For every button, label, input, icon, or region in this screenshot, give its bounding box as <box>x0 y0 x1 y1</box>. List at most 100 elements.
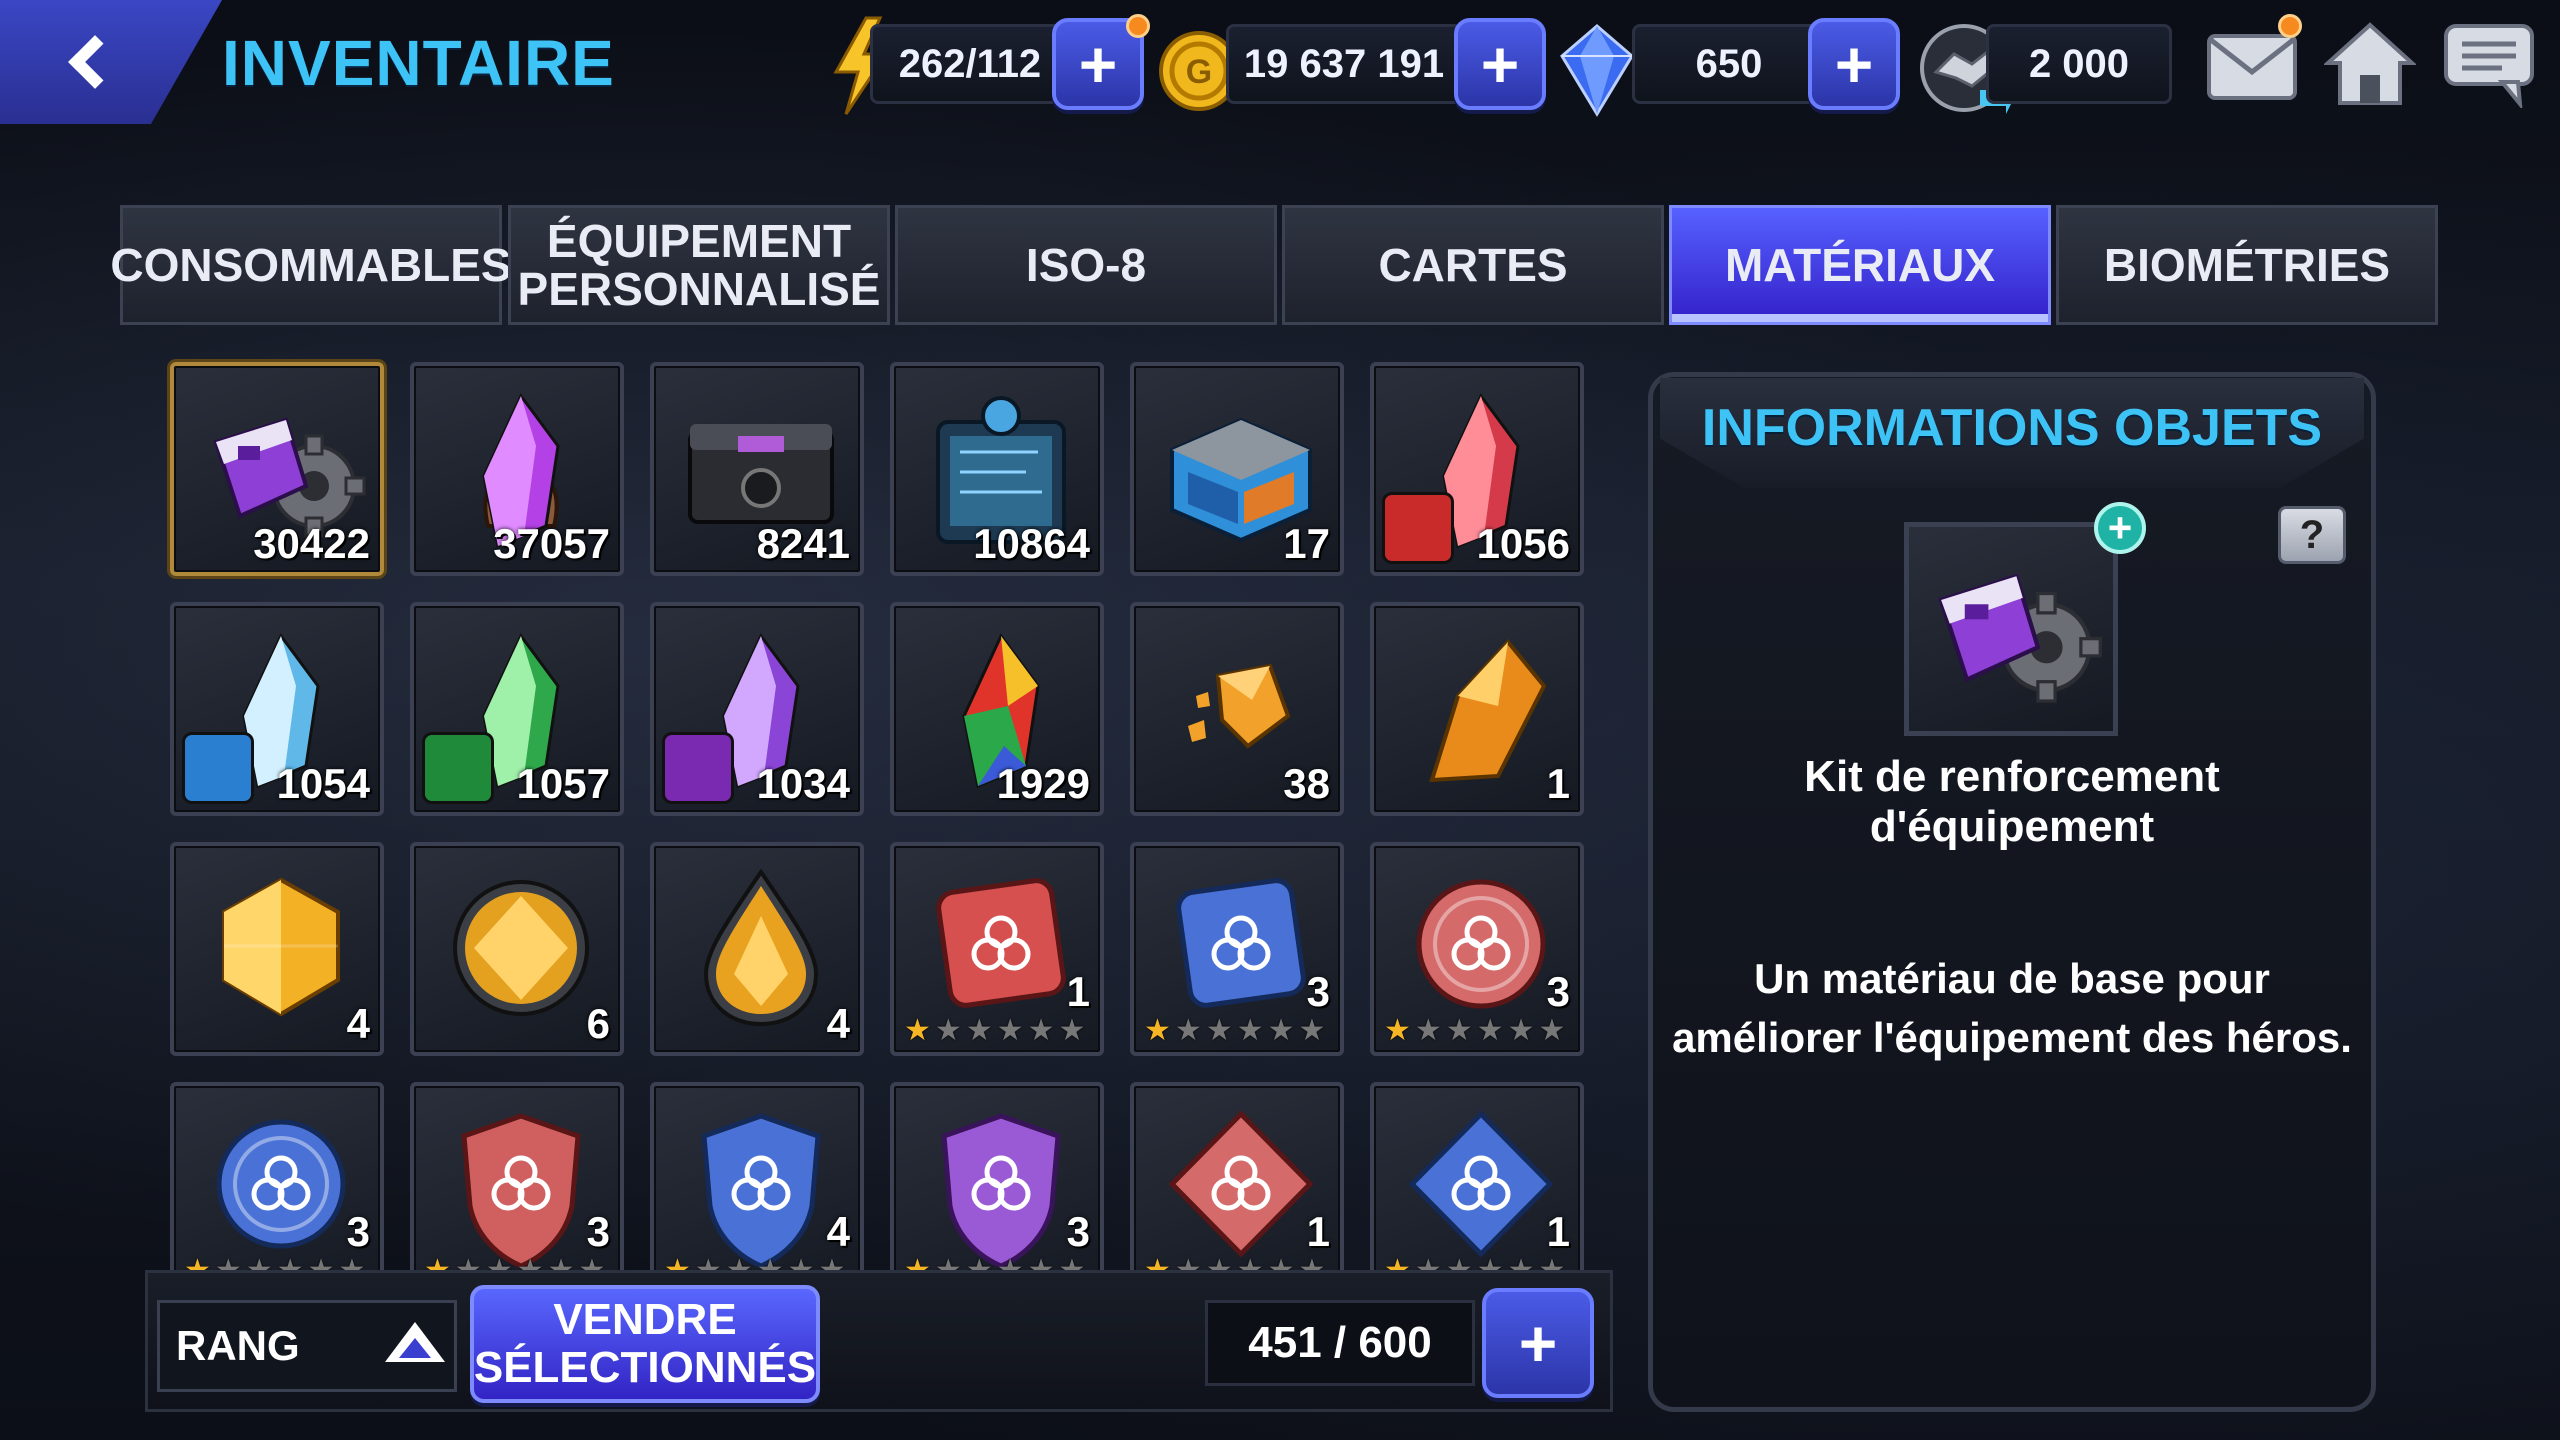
star-rating: ★★★★★★ <box>904 1256 1085 1271</box>
class-badge-icon <box>1382 492 1454 564</box>
selected-item-name: Kit de renforcement d'équipement <box>1804 752 2220 851</box>
back-button[interactable] <box>0 0 222 124</box>
star-icon: ★ <box>996 1014 1024 1047</box>
home-button[interactable] <box>2322 16 2418 112</box>
inventory-slot[interactable]: 1★★★★★★ <box>1370 1082 1584 1270</box>
class-badge-icon <box>662 732 734 804</box>
tab-iso8[interactable]: ISO-8 <box>895 205 1277 325</box>
crystal-counter: 650 <box>1632 24 1826 104</box>
tab-cartes[interactable]: CARTES <box>1282 205 1664 325</box>
inventory-slot[interactable]: 1056 <box>1370 362 1584 576</box>
star-icon: ★ <box>1298 1014 1326 1047</box>
item-quantity: 3 <box>1306 968 1330 1015</box>
plus-icon: + <box>1834 27 1874 101</box>
inventory-slot[interactable]: 17 <box>1130 362 1344 576</box>
star-rating: ★★★★★★ <box>664 1256 845 1271</box>
item-quantity: 37057 <box>493 520 610 567</box>
add-gold-button[interactable]: + <box>1454 18 1546 110</box>
item-quantity: 1034 <box>756 760 850 807</box>
inventory-slot[interactable]: 1 <box>1370 602 1584 816</box>
inventory-slot[interactable]: 3★★★★★★ <box>1130 842 1344 1056</box>
star-icon: ★ <box>1027 1014 1055 1047</box>
sell-selected-button[interactable]: VENDRE SÉLECTIONNÉS <box>470 1285 820 1403</box>
item-quantity: 17 <box>1283 520 1330 567</box>
star-icon: ★ <box>904 1014 931 1047</box>
inventory-slot[interactable]: 38 <box>1130 602 1344 816</box>
star-rating: ★★★★★★ <box>1384 1016 1565 1046</box>
item-quantity: 4 <box>826 1000 850 1047</box>
sort-label: RANG <box>176 1322 300 1369</box>
star-icon: ★ <box>1538 1014 1566 1047</box>
tab-biometries[interactable]: BIOMÉTRIES <box>2056 205 2438 325</box>
item-quantity: 3 <box>346 1208 370 1255</box>
inventory-slot[interactable]: 3★★★★★★ <box>410 1082 624 1270</box>
star-rating: ★★★★★★ <box>1144 1016 1325 1046</box>
inventory-slot[interactable]: 4 <box>650 842 864 1056</box>
expand-inventory-button[interactable]: + <box>1482 1288 1594 1398</box>
chat-bubble-icon <box>2444 24 2534 108</box>
item-quantity: 6 <box>586 1000 610 1047</box>
item-quantity: 1929 <box>996 760 1090 807</box>
star-icon: ★ <box>1144 1256 1171 1271</box>
inventory-slot[interactable]: 30422 <box>170 362 384 576</box>
item-quantity: 1057 <box>516 760 610 807</box>
item-quantity: 1 <box>1066 968 1090 1015</box>
star-icon: ★ <box>1144 1014 1171 1047</box>
inventory-capacity: 451 / 600 <box>1205 1300 1475 1386</box>
star-icon: ★ <box>246 1256 273 1271</box>
star-icon: ★ <box>1446 1256 1473 1271</box>
inventory-slot[interactable]: 1034 <box>650 602 864 816</box>
inventory-slot[interactable]: 1★★★★★★ <box>890 842 1104 1056</box>
star-icon: ★ <box>1267 1014 1295 1047</box>
star-icon: ★ <box>965 1014 993 1047</box>
star-icon: ★ <box>1384 1014 1411 1047</box>
item-quantity: 10864 <box>973 520 1090 567</box>
star-rating: ★★★★★★ <box>1144 1256 1326 1271</box>
star-icon: ★ <box>424 1256 451 1271</box>
tab-consommables[interactable]: CONSOMMABLES <box>110 205 512 325</box>
inventory-slot[interactable]: 37057 <box>410 362 624 576</box>
star-icon: ★ <box>1236 1014 1264 1047</box>
inventory-slot[interactable]: 4 <box>170 842 384 1056</box>
star-icon: ★ <box>966 1256 993 1271</box>
star-rating: ★★★★★★ <box>184 1256 365 1271</box>
star-rating: ★★★★★★ <box>424 1256 605 1271</box>
add-crystals-button[interactable]: + <box>1808 18 1900 110</box>
star-icon: ★ <box>277 1256 304 1271</box>
item-quantity: 30422 <box>253 520 370 567</box>
star-icon: ★ <box>1299 1256 1326 1271</box>
star-icon: ★ <box>548 1256 575 1271</box>
inventory-slot[interactable]: 4★★★★★★ <box>650 1082 864 1270</box>
star-icon: ★ <box>1508 1256 1535 1271</box>
star-icon: ★ <box>1477 1256 1504 1271</box>
inventory-slot[interactable]: 6 <box>410 842 624 1056</box>
chat-button[interactable] <box>2442 16 2538 112</box>
class-badge-icon <box>422 732 494 804</box>
add-item-plus-button[interactable]: + <box>2094 502 2146 554</box>
item-quantity: 1056 <box>1476 520 1570 567</box>
plus-icon: + <box>1078 27 1118 101</box>
star-icon: ★ <box>1205 1014 1233 1047</box>
item-quantity: 4 <box>346 1000 370 1047</box>
inventory-slot[interactable]: 1★★★★★★ <box>1130 1082 1344 1270</box>
inventory-slot[interactable]: 1057 <box>410 602 624 816</box>
inventory-slot[interactable]: 3★★★★★★ <box>170 1082 384 1270</box>
tab-materiaux[interactable]: MATÉRIAUX <box>1669 205 2051 325</box>
tab-equipement-personnalise[interactable]: ÉQUIPEMENT PERSONNALISÉ <box>508 205 890 325</box>
inventory-slot[interactable]: 3★★★★★★ <box>890 1082 1104 1270</box>
help-button[interactable]: ? <box>2278 506 2346 564</box>
inventory-slot[interactable]: 10864 <box>890 362 1104 576</box>
plus-icon: + <box>1518 1306 1558 1380</box>
inventory-slot[interactable]: 1929 <box>890 602 1104 816</box>
star-icon: ★ <box>1507 1014 1535 1047</box>
inventory-slot[interactable]: 3★★★★★★ <box>1370 842 1584 1056</box>
info-panel-title: INFORMATIONS OBJETS <box>1701 399 2323 457</box>
page-title: INVENTAIRE <box>222 27 615 99</box>
inventory-slot[interactable]: 8241 <box>650 362 864 576</box>
star-icon: ★ <box>788 1256 815 1271</box>
alliance-token-counter: 2 000 <box>1986 24 2172 104</box>
inventory-slot[interactable]: 1054 <box>170 602 384 816</box>
star-icon: ★ <box>1206 1256 1233 1271</box>
gold-counter: 19 637 191 <box>1226 24 1462 104</box>
star-icon: ★ <box>215 1256 242 1271</box>
